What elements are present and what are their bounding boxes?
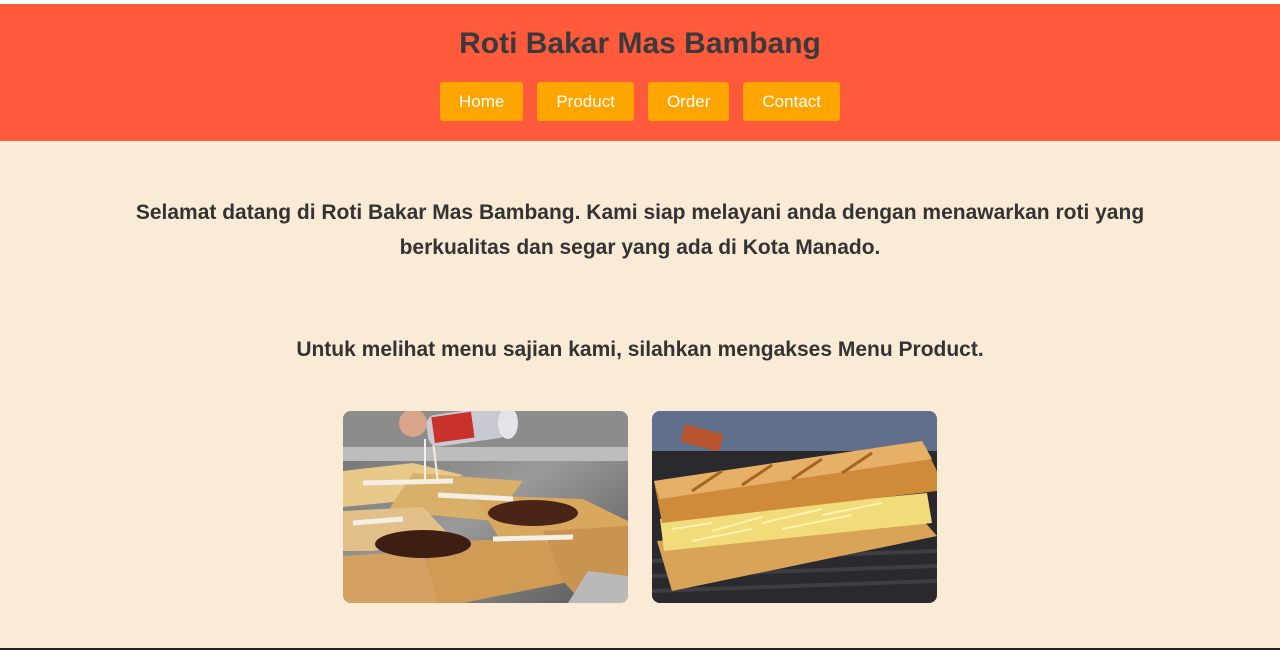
main-content: Selamat datang di Roti Bakar Mas Bambang…: [0, 195, 1280, 603]
toast-grill-photo: [343, 411, 628, 603]
site-title: Roti Bakar Mas Bambang: [459, 27, 821, 60]
site-header: Roti Bakar Mas Bambang Home Product Orde…: [0, 4, 1280, 141]
nav-home-button[interactable]: Home: [439, 82, 524, 121]
welcome-text: Selamat datang di Roti Bakar Mas Bambang…: [135, 201, 1145, 259]
photo-gallery: [0, 411, 1280, 603]
nav-order-button[interactable]: Order: [647, 82, 730, 121]
menu-hint-text: Untuk melihat menu sajian kami, silahkan…: [296, 338, 984, 361]
nav-product-button[interactable]: Product: [537, 82, 634, 121]
main-nav: Home Product Order Contact: [0, 82, 1280, 121]
nav-contact-button[interactable]: Contact: [743, 82, 840, 121]
cheese-toast-photo: [652, 411, 937, 603]
